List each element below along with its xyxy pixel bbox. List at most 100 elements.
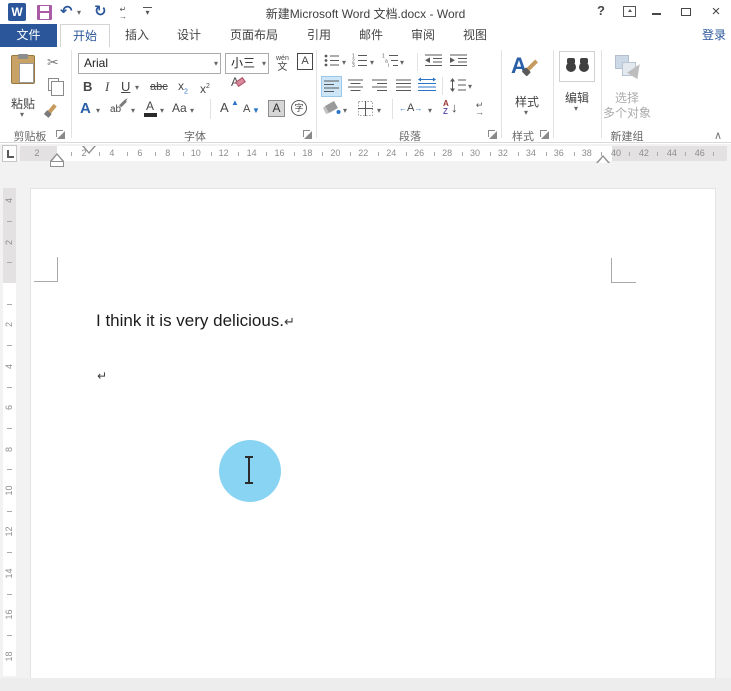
ribbon-tab-0[interactable]: 开始 xyxy=(60,24,110,47)
font-family-combobox[interactable]: Arial ▾ xyxy=(78,53,221,74)
maximize-button[interactable] xyxy=(681,8,691,16)
highlight-dropdown-icon[interactable]: ▾ xyxy=(131,107,135,115)
grow-font-button[interactable]: A xyxy=(220,100,229,115)
asian-layout-icon[interactable]: ←A→ xyxy=(399,102,422,114)
ribbon-tab-bar: 文件 开始 插入 设计 页面布局 引用 邮件 审阅 视图 登录 xyxy=(0,24,731,47)
page[interactable]: I think it is very delicious.↵ ↵ xyxy=(30,188,716,678)
font-size-value: 小三 xyxy=(231,56,256,70)
numbering-icon[interactable]: 123 xyxy=(352,53,368,72)
tab-stop-selector[interactable] xyxy=(2,145,17,162)
font-size-combobox[interactable]: 小三 ▾ xyxy=(225,53,269,74)
horizontal-ruler[interactable]: 2 2 4 6 8 10 12 14 16 18 20 22 24 26 28 30 32 34 36 38 40 42 4… xyxy=(20,146,727,167)
paragraph-dialog-launcher-icon[interactable] xyxy=(488,130,497,139)
multilevel-dropdown-icon[interactable]: ▾ xyxy=(400,59,404,67)
clipboard-dialog-launcher-icon[interactable] xyxy=(56,130,65,139)
character-shading-icon[interactable]: A xyxy=(268,100,285,117)
select-objects-button-line2[interactable]: 多个对象 xyxy=(602,104,652,121)
right-indent-marker[interactable] xyxy=(596,155,610,163)
character-border-icon[interactable]: A xyxy=(297,53,313,70)
shading-dropdown-icon[interactable]: ▾ xyxy=(343,107,347,115)
editing-dropdown-icon[interactable]: ▾ xyxy=(574,105,578,113)
borders-dropdown-icon[interactable]: ▾ xyxy=(377,107,381,115)
file-tab[interactable]: 文件 xyxy=(0,24,57,47)
distribute-button[interactable] xyxy=(418,77,436,97)
strikethrough-button[interactable]: abc xyxy=(150,80,168,95)
vruler-number: 6 xyxy=(4,405,14,411)
close-button[interactable]: × xyxy=(708,3,724,20)
align-right-button[interactable] xyxy=(372,79,387,97)
sort-icon[interactable]: A Z xyxy=(443,100,449,116)
align-center-button[interactable] xyxy=(348,79,363,97)
vruler-number: 12 xyxy=(4,526,14,537)
touch-cursor-circle[interactable] xyxy=(219,440,281,502)
ribbon-tab-1[interactable]: 插入 xyxy=(112,24,162,47)
show-hide-marks-icon[interactable]: ↵ → xyxy=(475,101,484,117)
justify-button[interactable] xyxy=(396,79,411,97)
vruler-tick xyxy=(7,510,12,512)
font-color-dropdown-icon[interactable]: ▾ xyxy=(160,107,164,115)
paste-icon[interactable] xyxy=(11,54,35,84)
sign-in-link[interactable]: 登录 xyxy=(702,24,726,47)
ribbon-tab-7[interactable]: 视图 xyxy=(450,24,500,47)
ruler-tick xyxy=(713,152,715,156)
hanging-indent-marker[interactable] xyxy=(50,153,64,161)
underline-dropdown-icon[interactable]: ▾ xyxy=(135,84,139,92)
vertical-ruler[interactable]: 4 2 2 4 6 8 10 12 14 16 18 xyxy=(3,188,16,676)
italic-button[interactable]: I xyxy=(105,79,109,94)
group-separator xyxy=(501,50,502,138)
styles-dropdown-icon[interactable]: ▾ xyxy=(524,109,528,117)
change-case-button[interactable]: Aa xyxy=(172,101,187,116)
ribbon-tab-3[interactable]: 页面布局 xyxy=(216,24,292,47)
decrease-indent-icon[interactable] xyxy=(425,54,442,72)
vruler-tick xyxy=(7,634,12,636)
help-icon[interactable]: ? xyxy=(594,3,608,18)
collapse-ribbon-icon[interactable]: ∧ xyxy=(714,129,722,142)
asian-layout-dropdown-icon[interactable]: ▾ xyxy=(428,107,432,115)
editing-find-icon[interactable] xyxy=(559,51,595,82)
copy-icon[interactable] xyxy=(48,78,64,96)
change-case-dropdown-icon[interactable]: ▾ xyxy=(190,107,194,115)
ribbon-display-options-icon[interactable] xyxy=(623,6,636,17)
grow-font-arrow: ▲ xyxy=(231,98,239,107)
shading-bucket-icon[interactable] xyxy=(322,100,341,122)
underline-button[interactable]: U xyxy=(121,79,130,94)
numbering-dropdown-icon[interactable]: ▾ xyxy=(370,59,374,67)
left-indent-marker[interactable] xyxy=(50,161,64,167)
enclose-characters-icon[interactable]: 字 xyxy=(291,100,307,116)
document-text-line[interactable]: I think it is very delicious.↵ xyxy=(96,311,295,331)
phonetic-guide-icon[interactable]: wén 文 xyxy=(276,53,289,73)
phonetic-bottom: 文 xyxy=(277,62,288,73)
highlight-pen xyxy=(119,99,127,108)
line-spacing-dropdown-icon[interactable]: ▾ xyxy=(468,83,472,91)
bullets-icon[interactable] xyxy=(324,54,340,72)
align-left-button[interactable] xyxy=(321,76,342,97)
text-effects-dropdown-icon[interactable]: ▾ xyxy=(96,107,100,115)
vruler-tick xyxy=(7,427,12,429)
document-area: 2 2 4 6 8 10 12 14 16 18 20 22 24 26 28 30 32 34 36 38 40 42 4… xyxy=(0,144,731,691)
text-effects-icon[interactable]: A xyxy=(80,101,91,116)
minimize-button[interactable] xyxy=(652,13,661,15)
cut-icon[interactable]: ✂ xyxy=(47,54,59,71)
line-spacing-icon[interactable] xyxy=(450,78,466,97)
ribbon-tab-2[interactable]: 设计 xyxy=(164,24,214,47)
format-painter-icon[interactable] xyxy=(47,103,57,115)
font-color-icon[interactable]: A xyxy=(146,99,154,114)
superscript-button[interactable]: x2 xyxy=(200,79,210,97)
styles-dialog-launcher-icon[interactable] xyxy=(540,130,549,139)
font-size-dropdown-icon[interactable]: ▾ xyxy=(262,60,266,68)
vruler-number: 8 xyxy=(4,446,14,452)
font-dialog-launcher-icon[interactable] xyxy=(303,130,312,139)
subscript-button[interactable]: x2 xyxy=(178,79,188,99)
bold-button[interactable]: B xyxy=(83,79,92,94)
svg-text:i: i xyxy=(388,63,389,67)
multilevel-list-icon[interactable]: 1ai xyxy=(382,53,399,72)
font-family-dropdown-icon[interactable]: ▾ xyxy=(214,60,218,68)
ribbon-tab-6[interactable]: 审阅 xyxy=(398,24,448,47)
ribbon-tab-5[interactable]: 邮件 xyxy=(346,24,396,47)
ribbon-tab-4[interactable]: 引用 xyxy=(294,24,344,47)
borders-icon[interactable] xyxy=(358,101,373,121)
bullets-dropdown-icon[interactable]: ▾ xyxy=(342,59,346,67)
increase-indent-icon[interactable] xyxy=(450,54,467,72)
shrink-font-button[interactable]: A xyxy=(243,102,250,117)
paste-dropdown-icon[interactable]: ▾ xyxy=(20,111,24,119)
